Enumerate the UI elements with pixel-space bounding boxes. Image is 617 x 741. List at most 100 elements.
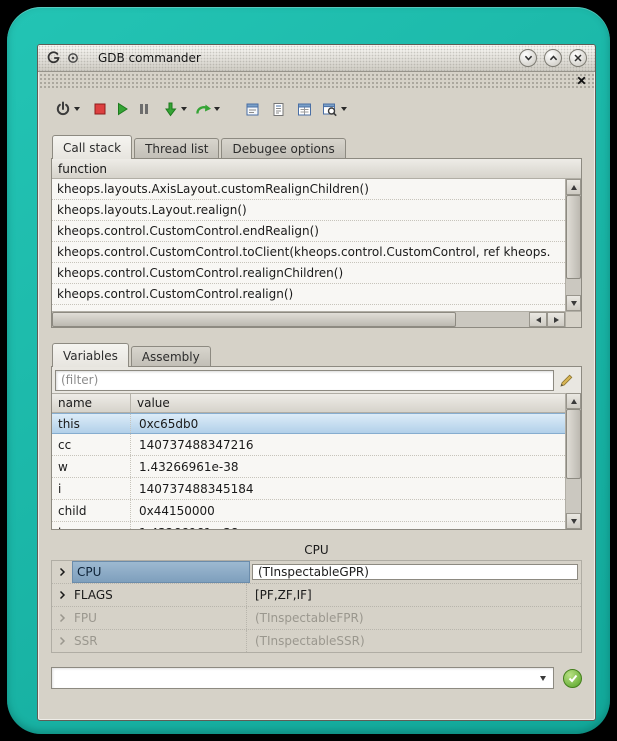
scroll-left-button[interactable] xyxy=(529,312,547,327)
pause-button[interactable] xyxy=(133,97,155,121)
step-over-dropdown-icon[interactable] xyxy=(214,107,220,111)
scrollbar-thumb[interactable] xyxy=(566,409,581,479)
output-list-button[interactable] xyxy=(267,97,289,121)
variable-name: child xyxy=(52,500,131,521)
dock-grip-bar[interactable] xyxy=(38,72,595,89)
variable-row[interactable]: b 1.43266961e-38 xyxy=(52,522,565,529)
gdb-command-combobox[interactable] xyxy=(51,667,554,689)
titlebar[interactable]: GDB commander xyxy=(38,45,595,72)
scrollbar-track[interactable] xyxy=(566,479,581,513)
tab-debugee-options[interactable]: Debugee options xyxy=(221,138,345,158)
callstack-row[interactable]: kheops.layouts.Layout.realign() xyxy=(52,200,565,221)
dock-close-button[interactable] xyxy=(575,74,588,87)
power-button[interactable] xyxy=(52,97,74,121)
tab-variables[interactable]: Variables xyxy=(52,343,129,367)
maximize-button[interactable] xyxy=(544,49,562,67)
scroll-right-button[interactable] xyxy=(547,312,565,327)
variables-vertical-scrollbar[interactable] xyxy=(565,393,581,529)
memory-view-button[interactable] xyxy=(293,97,315,121)
combo-dropdown-icon xyxy=(540,676,546,681)
scrollbar-thumb[interactable] xyxy=(52,312,456,327)
cpu-section-title: CPU xyxy=(51,540,582,560)
cpu-row[interactable]: FPU (TInspectableFPR) xyxy=(52,607,581,630)
variable-row[interactable]: i 140737488345184 xyxy=(52,478,565,500)
variable-row[interactable]: w 1.43266961e-38 xyxy=(52,456,565,478)
filter-input[interactable] xyxy=(55,370,554,391)
tab-thread-list[interactable]: Thread list xyxy=(134,138,219,158)
cpu-row-name: FPU xyxy=(72,607,246,629)
variable-value: 140737488347216 xyxy=(131,434,565,455)
scroll-down-button[interactable] xyxy=(566,295,581,311)
step-into-dropdown-icon[interactable] xyxy=(181,107,187,111)
window-title: GDB commander xyxy=(98,51,201,65)
cpu-row[interactable]: FLAGS [PF,ZF,IF] xyxy=(52,584,581,607)
callstack-row[interactable]: kheops.control.CustomControl.toClient(kh… xyxy=(52,242,565,263)
source-frame-button[interactable] xyxy=(241,97,263,121)
variable-name: cc xyxy=(52,434,131,455)
main-content: Call stack Thread list Debugee options f… xyxy=(38,129,595,720)
variable-row[interactable]: child 0x44150000 xyxy=(52,500,565,522)
variable-row[interactable]: cc 140737488347216 xyxy=(52,434,565,456)
cpu-row-name: FLAGS xyxy=(72,584,246,606)
cpu-row[interactable]: SSR (TInspectableSSR) xyxy=(52,630,581,652)
callstack-horizontal-scrollbar[interactable] xyxy=(52,311,581,327)
step-into-icon xyxy=(163,102,178,117)
variables-table: name value this 0xc65db0 cc 140737488347… xyxy=(52,393,565,529)
cpu-row-value: (TInspectableGPR) xyxy=(250,561,581,583)
gdb-commander-window: GDB commander xyxy=(37,44,596,721)
variable-value: 0xc65db0 xyxy=(131,414,565,433)
callstack-row[interactable]: kheops.layouts.AxisLayout.customRealignC… xyxy=(52,179,565,200)
stop-button[interactable] xyxy=(89,97,111,121)
filter-pen-button[interactable] xyxy=(554,373,578,388)
column-header-name[interactable]: name xyxy=(52,394,131,412)
menu-icon[interactable] xyxy=(67,52,79,64)
variables-rows: this 0xc65db0 cc 140737488347216 w 1.432… xyxy=(52,413,565,529)
callstack-panel: function kheops.layouts.AxisLayout.custo… xyxy=(51,158,582,328)
scrollbar-track[interactable] xyxy=(456,312,529,327)
tab-assembly[interactable]: Assembly xyxy=(131,346,211,366)
cpu-row-value: (TInspectableFPR) xyxy=(246,607,581,629)
watch-eval-button[interactable] xyxy=(319,97,341,121)
arrow-left-icon xyxy=(536,317,541,323)
expander-icon[interactable] xyxy=(52,584,72,606)
expander-icon[interactable] xyxy=(52,607,72,629)
watch-eval-dropdown-icon[interactable] xyxy=(341,107,347,111)
scroll-up-button[interactable] xyxy=(566,179,581,195)
cpu-row[interactable]: CPU (TInspectableGPR) xyxy=(52,561,581,584)
send-command-button[interactable] xyxy=(563,669,582,688)
scroll-down-button[interactable] xyxy=(566,513,581,529)
gdb-command-input[interactable] xyxy=(52,670,533,686)
callstack-row[interactable]: kheops.control.CustomControl.realignChil… xyxy=(52,263,565,284)
arrow-down-icon xyxy=(571,519,577,524)
arrow-down-icon xyxy=(571,301,577,306)
step-over-icon xyxy=(195,102,212,116)
power-icon xyxy=(55,101,71,117)
column-header-value[interactable]: value xyxy=(131,394,565,412)
scroll-up-button[interactable] xyxy=(566,393,581,409)
combo-dropdown-button[interactable] xyxy=(533,668,553,688)
expander-icon[interactable] xyxy=(52,630,72,652)
variable-row[interactable]: this 0xc65db0 xyxy=(52,413,565,434)
expander-icon[interactable] xyxy=(52,561,72,583)
variables-table-header: name value xyxy=(52,393,565,413)
app-icon[interactable] xyxy=(46,50,62,66)
callstack-row[interactable]: kheops.control.CustomControl.endRealign(… xyxy=(52,221,565,242)
cpu-row-name: SSR xyxy=(72,630,246,652)
power-dropdown-icon[interactable] xyxy=(74,107,80,111)
scrollbar-thumb[interactable] xyxy=(566,195,581,279)
shade-button[interactable] xyxy=(519,49,537,67)
arrow-up-icon xyxy=(571,185,577,190)
close-button[interactable] xyxy=(569,49,587,67)
callstack-row[interactable]: kheops.control.CustomControl.realign() xyxy=(52,284,565,305)
scrollbar-corner xyxy=(565,312,581,327)
tab-call-stack[interactable]: Call stack xyxy=(52,135,132,159)
step-into-button[interactable] xyxy=(159,97,181,121)
callstack-vertical-scrollbar[interactable] xyxy=(565,179,581,311)
filter-row xyxy=(52,367,581,393)
step-over-button[interactable] xyxy=(192,97,214,121)
callstack-column-header[interactable]: function xyxy=(52,159,581,179)
run-button[interactable] xyxy=(111,97,133,121)
cpu-value-field[interactable]: (TInspectableGPR) xyxy=(252,564,578,580)
scrollbar-track[interactable] xyxy=(566,279,581,295)
cpu-inspector: CPU (TInspectableGPR) FLAGS [PF,ZF,IF] F… xyxy=(51,560,582,653)
